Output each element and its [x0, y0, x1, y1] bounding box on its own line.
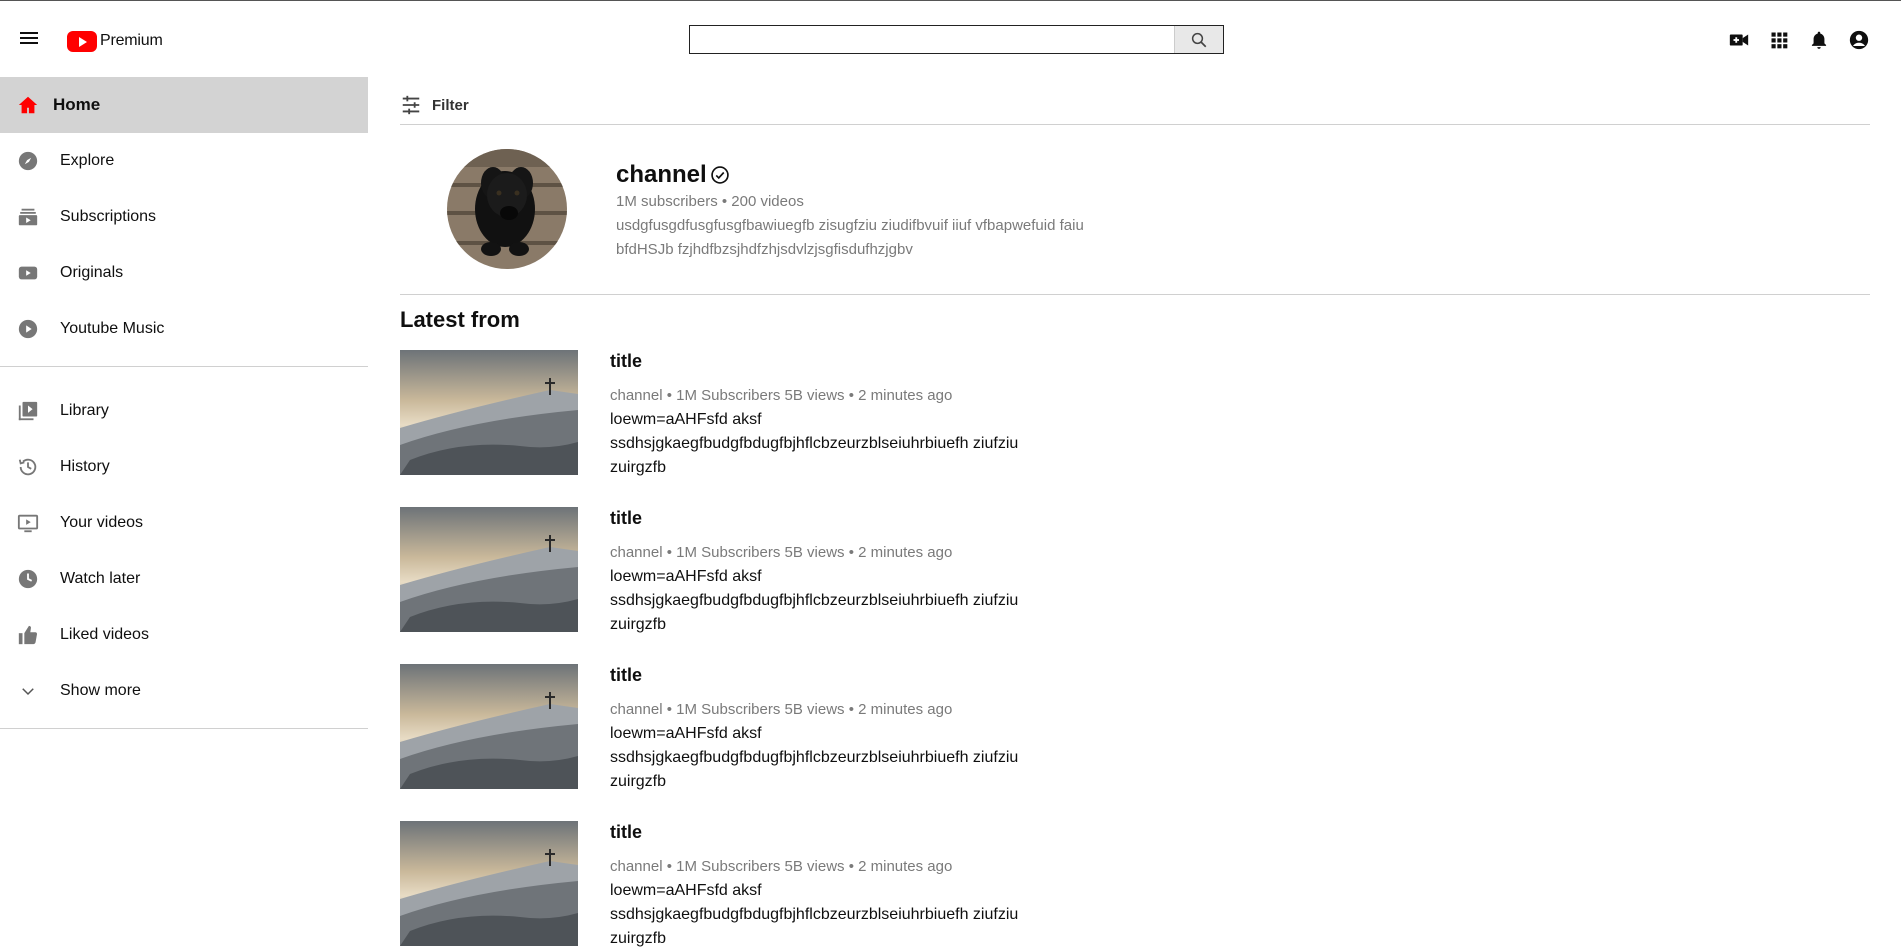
filter-sliders-icon: [402, 95, 420, 115]
sidebar-item-library[interactable]: Library: [0, 383, 368, 439]
video-description: loewm=aAHFsfd aksf ssdhsjgkaegfbudgfbdug…: [610, 882, 1019, 947]
play-box-icon: [16, 261, 40, 285]
music-play-icon: [16, 317, 40, 341]
video-meta: title channel • 1M Subscribers 5B views …: [610, 507, 1070, 637]
sidebar-item-label: Watch later: [60, 570, 141, 587]
sidebar-item-label: Originals: [60, 264, 124, 281]
subscriptions-icon: [16, 205, 40, 229]
video-title[interactable]: title: [610, 664, 1070, 686]
divider: [400, 124, 1870, 125]
sidebar-item-label: History: [60, 458, 110, 475]
sidebar-item-label: Youtube Music: [60, 320, 165, 337]
sidebar-item-label: Library: [60, 402, 109, 419]
video-meta: title channel • 1M Subscribers 5B views …: [610, 821, 1070, 949]
sidebar-item-your-videos[interactable]: Your videos: [0, 495, 368, 551]
sidebar-item-subscriptions[interactable]: Subscriptions: [0, 189, 368, 245]
thumbs-up-icon: [16, 623, 40, 647]
account-icon[interactable]: [1847, 28, 1871, 52]
search-bar: [689, 25, 1224, 54]
sidebar-item-label: Explore: [60, 152, 115, 169]
video-subline: channel • 1M Subscribers 5B views • 2 mi…: [610, 701, 953, 718]
verified-check-icon: [709, 164, 731, 186]
chevron-down-icon: [16, 679, 40, 703]
sidebar-item-watch-later[interactable]: Watch later: [0, 551, 368, 607]
video-meta: title channel • 1M Subscribers 5B views …: [610, 664, 1070, 794]
youtube-logo[interactable]: Premium: [67, 30, 163, 52]
sidebar-item-label: Liked videos: [60, 626, 149, 643]
clock-icon: [16, 567, 40, 591]
channel-stats: 1M subscribers • 200 videos: [616, 193, 804, 210]
sidebar-item-label: Show more: [60, 682, 141, 699]
video-title[interactable]: title: [610, 821, 1070, 843]
channel-description: usdgfusgdfusgfusgfbawiuegfb zisugfziu zi…: [616, 217, 1084, 258]
your-videos-icon: [16, 511, 40, 535]
video-thumbnail[interactable]: [400, 821, 578, 946]
search-icon: [1191, 32, 1207, 47]
video-item: title channel • 1M Subscribers 5B views …: [400, 821, 1400, 949]
sidebar-item-label: Subscriptions: [60, 208, 157, 225]
video-item: title channel • 1M Subscribers 5B views …: [400, 507, 1400, 633]
sidebar-item-label: Your videos: [60, 514, 144, 531]
youtube-play-logo-icon: [67, 30, 97, 52]
create-video-icon[interactable]: [1727, 28, 1751, 52]
sidebar-divider: [0, 366, 368, 367]
video-subline: channel • 1M Subscribers 5B views • 2 mi…: [610, 858, 953, 875]
sidebar-item-label: Home: [53, 95, 101, 114]
video-item: title channel • 1M Subscribers 5B views …: [400, 664, 1400, 790]
sidebar-item-liked-videos[interactable]: Liked videos: [0, 607, 368, 663]
logo-text: Premium: [100, 32, 163, 49]
filter-label: Filter: [432, 96, 469, 114]
top-bar: Premium: [0, 1, 1901, 77]
library-icon: [16, 399, 40, 423]
notifications-bell-icon[interactable]: [1807, 28, 1831, 52]
video-item: title channel • 1M Subscribers 5B views …: [400, 350, 1400, 476]
video-thumbnail[interactable]: [400, 350, 578, 475]
video-title[interactable]: title: [610, 507, 1070, 529]
sidebar-divider: [0, 728, 368, 729]
history-icon: [16, 455, 40, 479]
video-thumbnail[interactable]: [400, 507, 578, 632]
compass-icon: [16, 149, 40, 173]
sidebar-item-history[interactable]: History: [0, 439, 368, 495]
search-input[interactable]: [690, 26, 1174, 53]
video-subline: channel • 1M Subscribers 5B views • 2 mi…: [610, 544, 953, 561]
video-title[interactable]: title: [610, 350, 1070, 372]
sidebar-item-youtube-music[interactable]: Youtube Music: [0, 301, 368, 357]
video-description: loewm=aAHFsfd aksf ssdhsjgkaegfbudgfbdug…: [610, 725, 1019, 790]
filter-button[interactable]: Filter: [400, 93, 469, 117]
sidebar-item-home[interactable]: Home: [0, 77, 368, 133]
section-title: Latest from: [400, 307, 520, 332]
main-content: Filter channel 1M subscribers • 200 vide…: [400, 77, 1870, 949]
apps-grid-icon[interactable]: [1767, 28, 1791, 52]
header-actions: [1701, 28, 1901, 52]
channel-info: channel 1M subscribers • 200 videos usdg…: [616, 161, 1136, 262]
divider: [400, 294, 1870, 295]
home-icon: [16, 93, 40, 117]
channel-name-row: channel: [616, 161, 1136, 189]
hamburger-menu-icon[interactable]: [20, 29, 44, 49]
channel-name[interactable]: channel: [616, 161, 707, 189]
video-description: loewm=aAHFsfd aksf ssdhsjgkaegfbudgfbdug…: [610, 568, 1019, 633]
sidebar-item-explore[interactable]: Explore: [0, 133, 368, 189]
search-button[interactable]: [1174, 26, 1223, 53]
channel-avatar[interactable]: [447, 149, 567, 269]
video-thumbnail[interactable]: [400, 664, 578, 789]
video-subline: channel • 1M Subscribers 5B views • 2 mi…: [610, 387, 953, 404]
video-description: loewm=aAHFsfd aksf ssdhsjgkaegfbudgfbdug…: [610, 411, 1019, 476]
video-meta: title channel • 1M Subscribers 5B views …: [610, 350, 1070, 480]
sidebar-item-show-more[interactable]: Show more: [0, 663, 368, 719]
sidebar-item-originals[interactable]: Originals: [0, 245, 368, 301]
sidebar: Home Explore Subscriptions Originals You…: [0, 77, 368, 949]
